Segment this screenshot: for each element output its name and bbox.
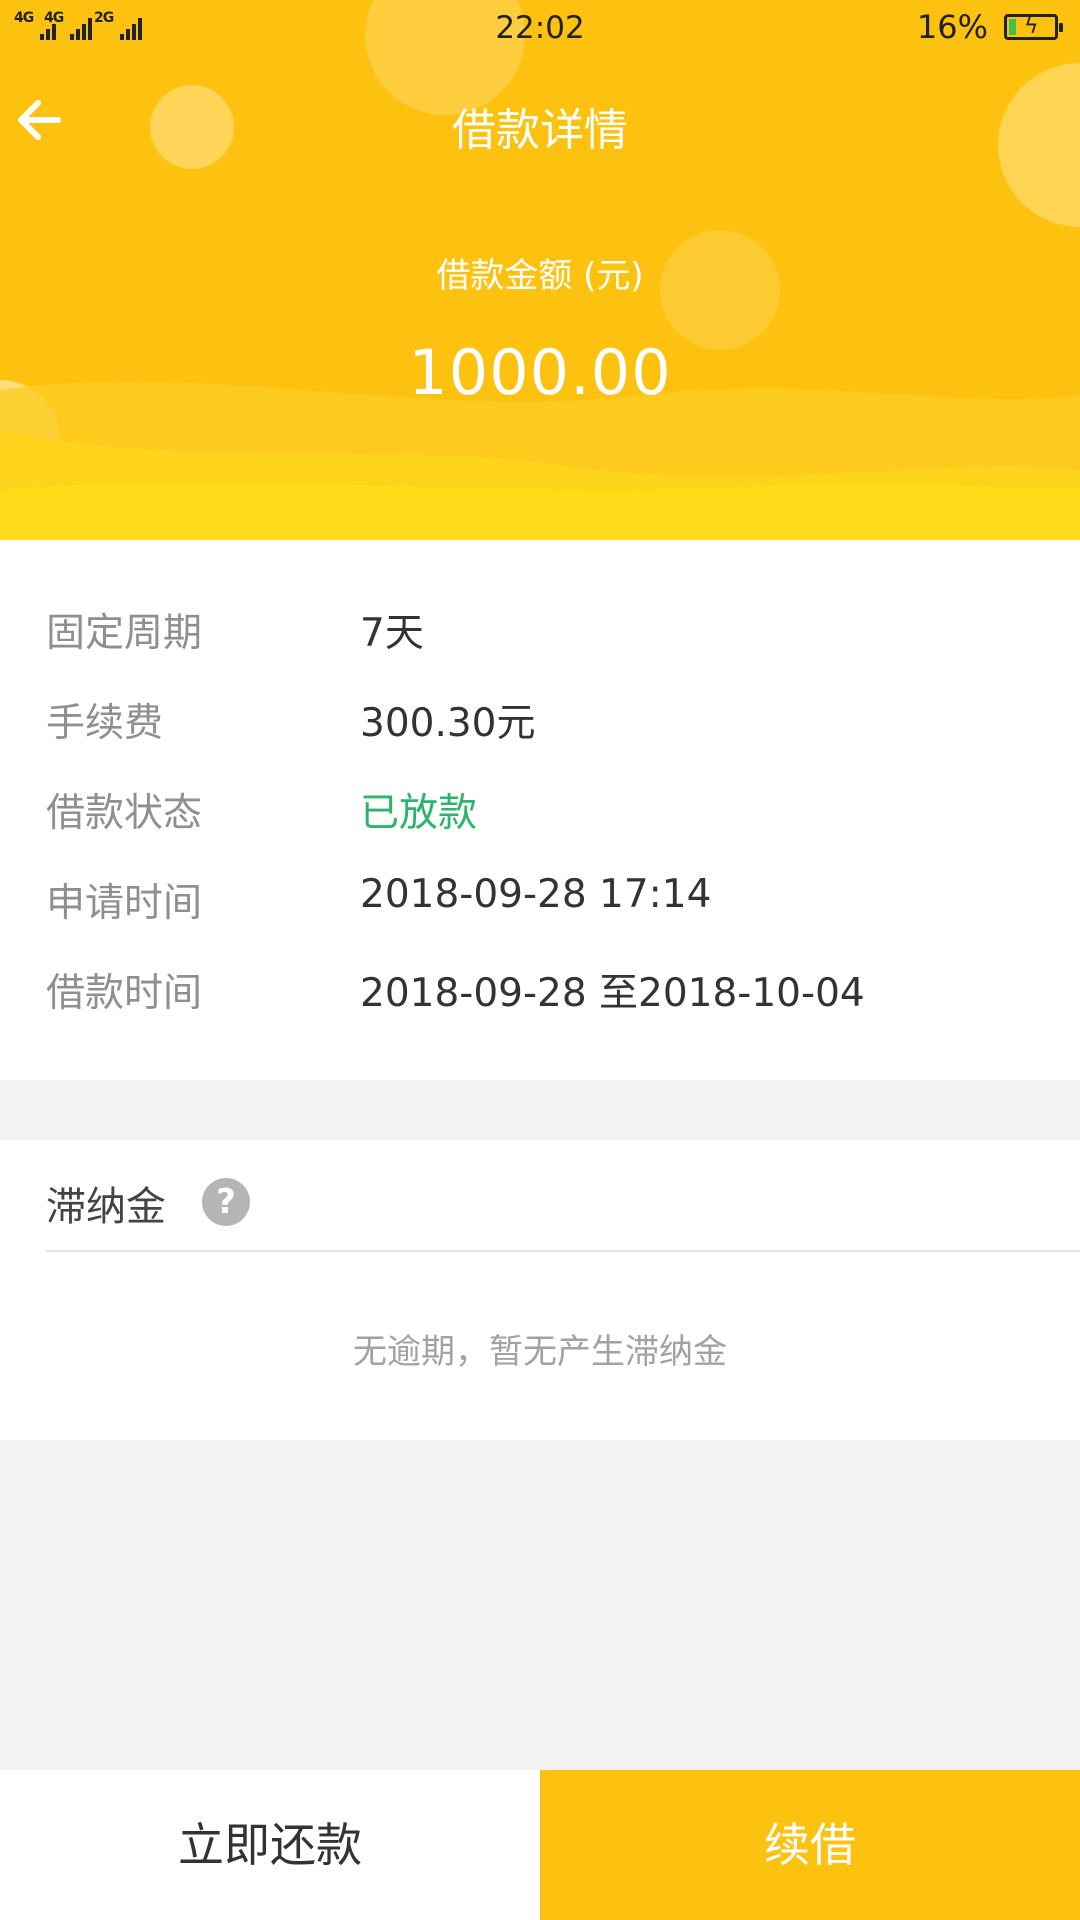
late-fee-title: 滞纳金 [46, 1184, 166, 1230]
detail-row-status: 借款状态 已放款 [0, 782, 1080, 842]
question-circle-icon[interactable]: ? [202, 1178, 250, 1226]
bottom-action-bar: 立即还款 续借 [0, 1770, 1080, 1920]
detail-label: 借款时间 [46, 971, 203, 1016]
loan-amount-label: 借款金额 (元) [436, 256, 644, 296]
repay-now-button[interactable]: 立即还款 [0, 1770, 540, 1920]
detail-label: 手续费 [46, 701, 164, 746]
status-bar: 4G 4G 2G 22:02 16% ϟ [0, 0, 1080, 58]
detail-row-fee: 手续费 300.30元 [0, 692, 1080, 752]
loan-header: 4G 4G 2G 22:02 16% ϟ 借款详情 借款金额 (元) 1000.… [0, 0, 1080, 540]
detail-label: 借款状态 [46, 791, 203, 836]
detail-label: 固定周期 [46, 611, 203, 656]
detail-row-period: 固定周期 7天 [0, 602, 1080, 662]
detail-label: 申请时间 [46, 881, 203, 926]
detail-value: 2018-09-28 至2018-10-04 [360, 971, 865, 1016]
detail-row-loan-period: 借款时间 2018-09-28 至2018-10-04 [0, 962, 1080, 1022]
renew-loan-button[interactable]: 续借 [540, 1770, 1080, 1920]
loan-status-value: 已放款 [360, 791, 478, 836]
detail-value: 7天 [360, 611, 424, 656]
page-title: 借款详情 [452, 105, 628, 156]
battery-percent: 16% [916, 8, 988, 46]
detail-value: 300.30元 [360, 701, 536, 746]
detail-row-apply-time: 申请时间 2018-09-28 17:14 [0, 872, 1080, 932]
battery-icon: ϟ [1004, 14, 1063, 40]
detail-value: 2018-09-28 17:14 [360, 872, 712, 917]
loan-details-card: 固定周期 7天 手续费 300.30元 借款状态 已放款 申请时间 2018-0… [0, 540, 1080, 1080]
loan-amount-value: 1000.00 [408, 336, 672, 409]
divider [46, 1250, 1080, 1252]
charging-bolt-icon: ϟ [1024, 14, 1039, 39]
late-fee-empty-message: 无逾期，暂无产生滞纳金 [353, 1332, 727, 1372]
battery-level-fill [1009, 19, 1016, 35]
late-fee-card: 滞纳金 ? 无逾期，暂无产生滞纳金 [0, 1140, 1080, 1440]
